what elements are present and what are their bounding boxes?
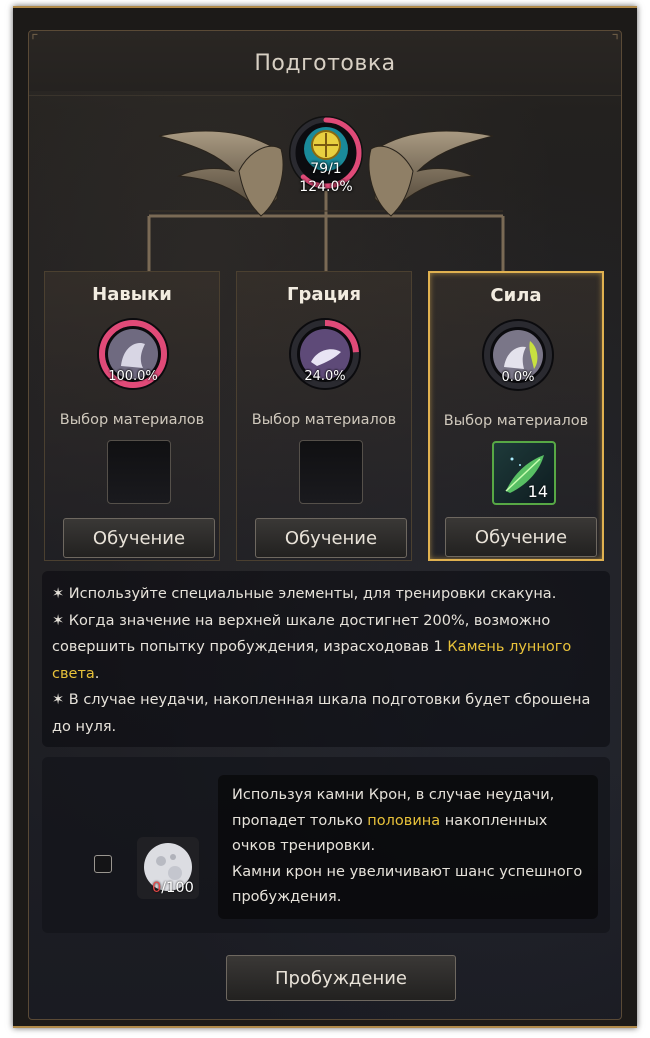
crown-stone-count: 0/100: [152, 880, 194, 896]
crown-stone-checkbox[interactable]: [94, 855, 112, 873]
crown-stone-box: 0/100 Используя камни Крон, в случае неу…: [42, 757, 610, 933]
material-slot[interactable]: [299, 440, 363, 504]
skill-card-navyki: Навыки 100.0% Выбор материалов Обучение: [44, 271, 220, 561]
window-frame: ⌜ ⌝ Подготовка 79/1 124.0% Навыки 100.0%…: [13, 6, 637, 1028]
train-button[interactable]: Обучение: [445, 517, 597, 557]
info-box: ✶ Используйте специальные элементы, для …: [42, 571, 610, 747]
grace-percent: 24.0%: [304, 369, 346, 384]
card-title: Грация: [286, 284, 361, 305]
half-highlight: половина: [367, 812, 441, 829]
info-line: ✶ Используйте специальные элементы, для …: [52, 586, 557, 602]
gauge-percent: 124.0%: [299, 179, 353, 195]
card-title: Навыки: [92, 284, 172, 305]
material-slot[interactable]: [107, 440, 171, 504]
info-line: ✶ В случае неудачи, накопленная шкала по…: [52, 692, 591, 735]
awakening-gauge: 79/1 124.0%: [286, 113, 366, 195]
material-label: Выбор материалов: [251, 412, 397, 428]
skill-percent: 100.0%: [108, 369, 158, 384]
card-title: Сила: [490, 285, 542, 306]
slot-count: 14: [527, 482, 548, 501]
strength-percent: 0.0%: [501, 370, 535, 385]
train-button[interactable]: Обучение: [63, 518, 215, 558]
material-label: Выбор материалов: [443, 413, 589, 429]
crown-stone-description: Используя камни Крон, в случае неудачи, …: [218, 775, 598, 919]
skill-card-gratsiya: Грация 24.0% Выбор материалов Обучение: [236, 271, 412, 561]
train-button[interactable]: Обучение: [255, 518, 407, 558]
info-line: ✶ Когда значение на верхней шкале достиг…: [52, 612, 572, 682]
skill-card-sila: Сила 0.0% Выбор материалов 14 Обучение: [428, 271, 604, 561]
gauge-value: 79/1: [310, 161, 342, 177]
material-slot[interactable]: 14: [492, 441, 556, 505]
material-label: Выбор материалов: [59, 412, 205, 428]
awaken-button[interactable]: Пробуждение: [226, 955, 456, 1001]
training-panel: ⌜ ⌝ Подготовка 79/1 124.0% Навыки 100.0%…: [28, 30, 622, 1020]
